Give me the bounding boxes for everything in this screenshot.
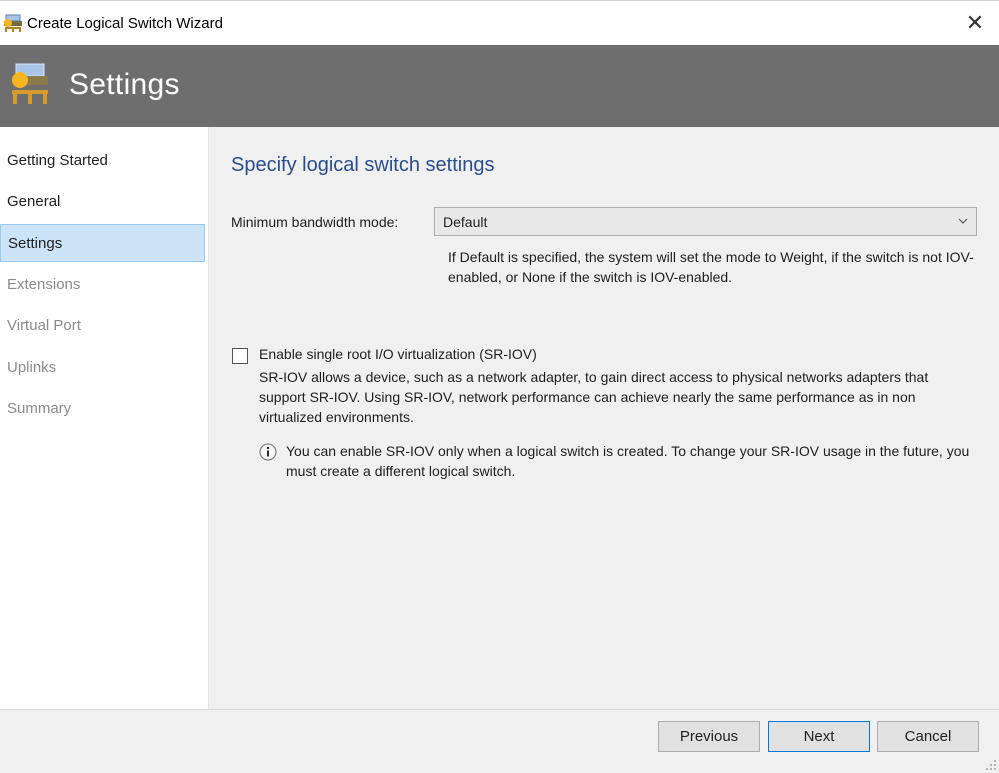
settings-panel: Specify logical switch settings Minimum … xyxy=(209,127,999,709)
wizard-footer: Previous Next Cancel xyxy=(0,709,999,773)
window-title: Create Logical Switch Wizard xyxy=(27,15,223,32)
title-bar: Create Logical Switch Wizard ✕ xyxy=(0,0,999,45)
chevron-down-icon xyxy=(958,218,968,224)
nav-item-virtual-port[interactable]: Virtual Port xyxy=(0,307,205,345)
wizard-steps-nav: Getting Started General Settings Extensi… xyxy=(0,127,209,709)
sriov-info-note: You can enable SR-IOV only when a logica… xyxy=(286,443,970,479)
bandwidth-mode-label: Minimum bandwidth mode: xyxy=(231,214,399,230)
nav-item-uplinks[interactable]: Uplinks xyxy=(0,349,205,387)
close-icon[interactable]: ✕ xyxy=(963,11,987,35)
next-button[interactable]: Next xyxy=(768,721,870,752)
section-heading: Specify logical switch settings xyxy=(231,154,495,176)
nav-item-getting-started[interactable]: Getting Started xyxy=(0,142,205,180)
nav-item-summary[interactable]: Summary xyxy=(0,390,205,428)
sriov-checkbox-label[interactable]: Enable single root I/O virtualization (S… xyxy=(259,346,537,362)
sriov-checkbox[interactable] xyxy=(232,348,248,364)
bandwidth-mode-value: Default xyxy=(443,214,488,230)
bandwidth-mode-select[interactable]: Default xyxy=(434,207,977,236)
nav-item-extensions[interactable]: Extensions xyxy=(0,266,205,304)
network-switch-icon xyxy=(12,63,48,104)
previous-button[interactable]: Previous xyxy=(658,721,760,752)
nav-item-general[interactable]: General xyxy=(0,183,205,221)
network-switch-icon xyxy=(4,14,22,32)
cancel-button[interactable]: Cancel xyxy=(877,721,979,752)
resize-grip-icon[interactable] xyxy=(985,759,997,771)
page-title: Settings xyxy=(69,68,180,101)
info-icon xyxy=(259,443,277,461)
page-banner: Settings xyxy=(0,45,999,127)
bandwidth-mode-help: If Default is specified, the system will… xyxy=(448,249,974,285)
sriov-description: SR-IOV allows a device, such as a networ… xyxy=(259,369,929,425)
nav-item-settings[interactable]: Settings xyxy=(0,224,205,262)
